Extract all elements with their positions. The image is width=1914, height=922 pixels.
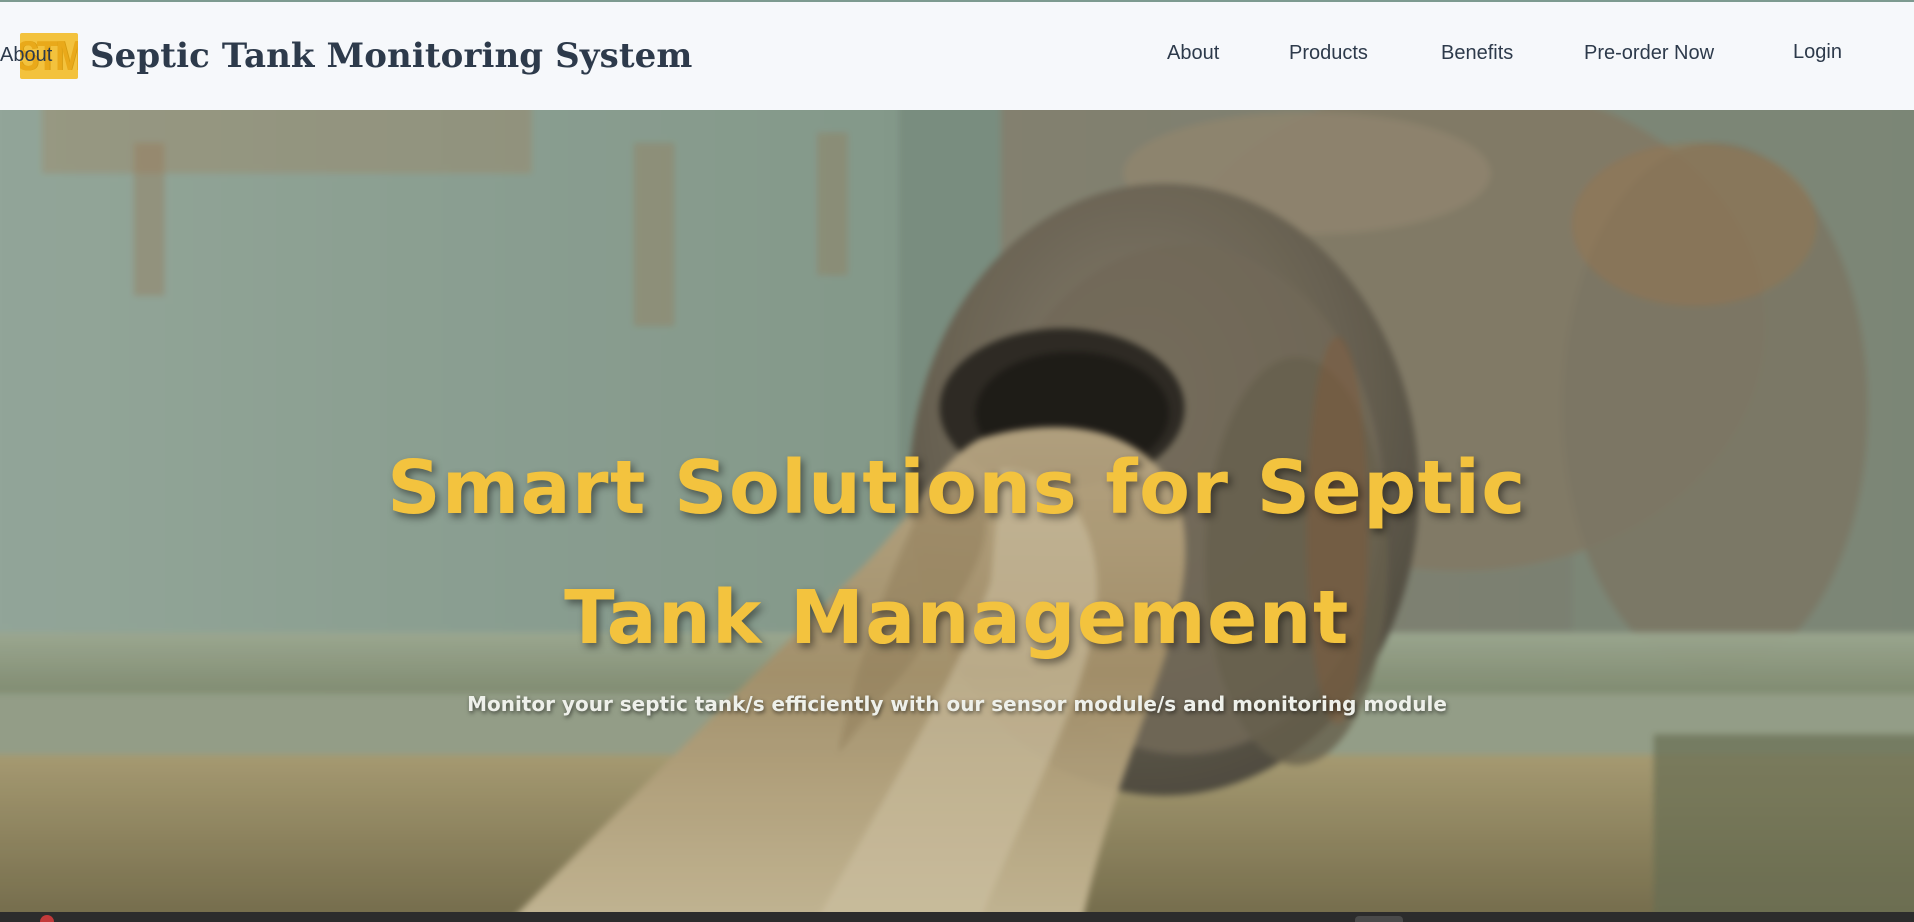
nav-link-preorder[interactable]: Pre-order Now (1584, 42, 1714, 65)
nav-link-about-visible[interactable]: About (1167, 42, 1219, 65)
bottom-bar (0, 912, 1914, 922)
nav-link-benefits[interactable]: Benefits (1441, 42, 1513, 65)
hero-subtitle: Monitor your septic tank/s efficiently w… (467, 692, 1447, 716)
site-title[interactable]: Septic Tank Monitoring System (90, 36, 692, 76)
record-indicator-icon (40, 915, 54, 922)
nav-link-login[interactable]: Login (1793, 41, 1842, 64)
bottom-handle (1355, 916, 1403, 922)
nav-link-products[interactable]: Products (1289, 42, 1368, 65)
nav-link-about[interactable]: About (0, 44, 52, 67)
hero-title: Smart Solutions for Septic Tank Manageme… (387, 445, 1527, 661)
hero-section: Smart Solutions for Septic Tank Manageme… (0, 110, 1914, 912)
brand[interactable]: STM Septic Tank Monitoring System (20, 33, 692, 79)
